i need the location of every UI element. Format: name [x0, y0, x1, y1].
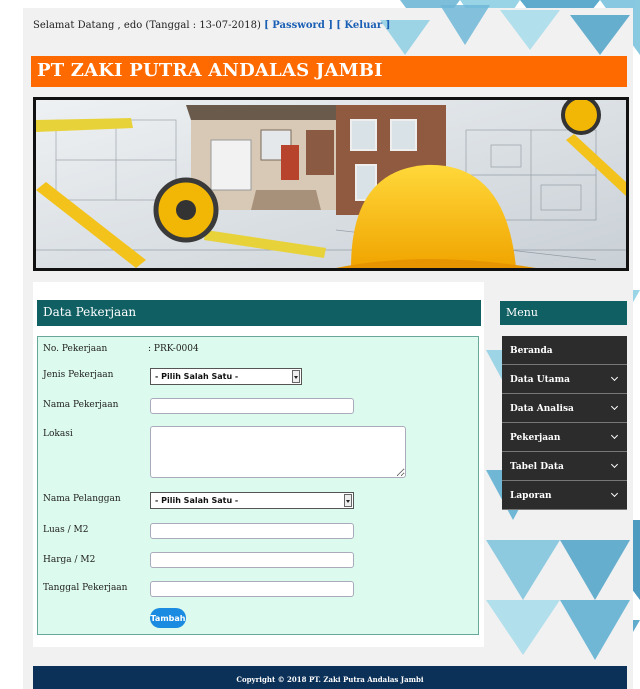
menu-item-data-analisa[interactable]: Data Analisa — [502, 394, 627, 423]
menu-item-beranda[interactable]: Beranda — [502, 336, 627, 365]
copyright-text: Copyright © 2018 PT. Zaki Putra Andalas … — [236, 675, 424, 684]
menu-item-pekerjaan[interactable]: Pekerjaan — [502, 423, 627, 452]
label-no-pekerjaan: No. Pekerjaan — [43, 344, 108, 354]
welcome-text: Selamat Datang , edo (Tanggal : 13-07-20… — [33, 20, 261, 31]
menu-item-label: Pekerjaan — [510, 433, 561, 443]
label-nama-pelanggan: Nama Pelanggan — [43, 494, 121, 504]
menu-item-label: Beranda — [510, 346, 553, 356]
menu-item-tabel-data[interactable]: Tabel Data — [502, 452, 627, 481]
chevron-down-icon — [610, 460, 619, 469]
menu-title: Menu — [506, 306, 538, 319]
jenis-pekerjaan-selected: - Pilih Salah Satu - — [155, 372, 239, 381]
jenis-pekerjaan-select[interactable]: - Pilih Salah Satu - — [150, 368, 302, 385]
form-panel-header: Data Pekerjaan — [37, 300, 481, 326]
chevron-down-icon — [610, 489, 619, 498]
menu-item-laporan[interactable]: Laporan — [502, 481, 627, 510]
tanggal-input[interactable] — [150, 581, 354, 597]
label-harga: Harga / M2 — [43, 555, 96, 565]
lokasi-textarea[interactable] — [150, 426, 406, 478]
menu-header: Menu — [500, 301, 627, 325]
chevron-down-icon — [610, 431, 619, 440]
banner-illustration — [36, 100, 626, 268]
menu-item-label: Data Utama — [510, 375, 570, 385]
welcome-bar: Selamat Datang , edo (Tanggal : 13-07-20… — [33, 20, 390, 31]
password-link[interactable]: [ Password ] — [264, 20, 333, 31]
menu-item-label: Data Analisa — [510, 404, 574, 414]
company-title: PT ZAKI PUTRA ANDALAS JAMBI — [37, 60, 383, 81]
form-panel-title: Data Pekerjaan — [43, 305, 137, 319]
logout-link[interactable]: [ Keluar ] — [336, 20, 390, 31]
main-content: Data Pekerjaan No. Pekerjaan : PRK-0004 … — [33, 282, 484, 647]
luas-input[interactable] — [150, 523, 354, 539]
header-banner — [33, 97, 629, 271]
nama-pelanggan-select[interactable]: - Pilih Salah Satu - — [150, 492, 354, 509]
value-no-pekerjaan: : PRK-0004 — [148, 344, 199, 354]
label-jenis-pekerjaan: Jenis Pekerjaan — [43, 370, 114, 380]
chevron-down-icon — [610, 373, 619, 382]
label-luas: Luas / M2 — [43, 525, 89, 535]
company-title-bar: PT ZAKI PUTRA ANDALAS JAMBI — [31, 56, 627, 87]
tambah-button[interactable]: Tambah — [150, 608, 186, 628]
menu-item-label: Tabel Data — [510, 462, 564, 472]
menu-item-label: Laporan — [510, 491, 552, 501]
menu-item-data-utama[interactable]: Data Utama — [502, 365, 627, 394]
footer: Copyright © 2018 PT. Zaki Putra Andalas … — [33, 666, 627, 689]
label-lokasi: Lokasi — [43, 429, 73, 439]
nama-pekerjaan-input[interactable] — [150, 398, 354, 414]
label-nama-pekerjaan: Nama Pekerjaan — [43, 400, 119, 410]
job-form: No. Pekerjaan : PRK-0004 Jenis Pekerjaan… — [37, 336, 479, 635]
chevron-down-icon — [292, 370, 300, 383]
nama-pelanggan-selected: - Pilih Salah Satu - — [155, 496, 239, 505]
harga-input[interactable] — [150, 552, 354, 568]
chevron-down-icon — [610, 402, 619, 411]
chevron-down-icon — [344, 494, 352, 507]
sidebar-menu: Beranda Data Utama Data Analisa Pekerjaa… — [502, 336, 627, 510]
label-tanggal: Tanggal Pekerjaan — [43, 583, 128, 593]
